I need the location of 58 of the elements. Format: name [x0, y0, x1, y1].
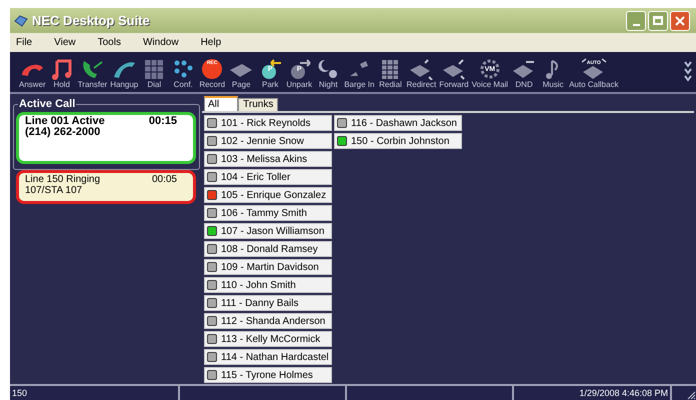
chevron-icon[interactable]: [684, 60, 692, 82]
toolbar-button[interactable]: Hangup: [109, 58, 140, 90]
ringing-call-card[interactable]: Line 150 Ringing 00:05 107/STA 107: [16, 170, 196, 204]
line-status: Line 001 Active: [25, 116, 105, 127]
call-timer: 00:05: [152, 174, 178, 185]
extension-button[interactable]: 109 - Martin Davidson: [204, 259, 332, 275]
toolbar-button[interactable]: Dial: [140, 58, 168, 90]
extension-button[interactable]: 110 - John Smith: [204, 277, 332, 293]
menu-item[interactable]: Tools: [98, 35, 121, 50]
extension-button[interactable]: 112 - Shanda Anderson: [204, 313, 332, 329]
call-timer: 00:15: [148, 116, 178, 127]
toolbar-button[interactable]: Night: [314, 58, 342, 90]
toolbar-button[interactable]: Transfer: [76, 58, 108, 90]
extension-button[interactable]: 114 - Nathan Hardcastel: [204, 349, 332, 365]
menu-item[interactable]: Window: [142, 35, 179, 50]
menu-item[interactable]: View: [54, 35, 76, 50]
extension-button[interactable]: 106 - Tammy Smith: [204, 205, 332, 221]
maximize-button[interactable]: [648, 10, 668, 30]
toolbar-button[interactable]: Redirect: [405, 58, 438, 90]
toolbar-button[interactable]: Forward: [438, 58, 470, 90]
close-icon: [674, 14, 686, 26]
menu-item[interactable]: File: [16, 35, 32, 50]
close-button[interactable]: [670, 10, 690, 30]
extension-button[interactable]: 105 - Enrique Gonzalez: [204, 187, 332, 203]
phone-logo-icon: [14, 14, 28, 26]
extension-button[interactable]: 108 - Donald Ramsey: [204, 241, 332, 257]
toolbar-button[interactable]: Music: [539, 58, 568, 90]
extension-button[interactable]: 115 - Tyrone Holmes: [204, 367, 332, 383]
extension-button[interactable]: 104 - Eric Toller: [204, 169, 332, 185]
minimize-button[interactable]: [626, 10, 646, 30]
status-datetime: 1/29/2008 4:46:08 PM: [512, 386, 672, 400]
toolbar-button[interactable]: Page: [227, 58, 256, 90]
tab[interactable]: All: [204, 96, 238, 112]
status-extension: 150: [11, 387, 28, 400]
resize-grip-icon[interactable]: [686, 390, 696, 400]
caller-info: 107/STA 107: [25, 185, 84, 196]
window-title: NEC Desktop Suite: [32, 12, 150, 30]
extension-button[interactable]: 102 - Jennie Snow: [204, 133, 332, 149]
extension-button[interactable]: 116 - Dashawn Jackson: [334, 115, 462, 131]
extension-button[interactable]: 107 - Jason Williamson: [204, 223, 332, 239]
line-status: Line 150 Ringing: [25, 174, 100, 185]
extension-button[interactable]: 113 - Kelly McCormick: [204, 331, 332, 347]
extension-button[interactable]: 103 - Melissa Akins: [204, 151, 332, 167]
menu-item[interactable]: Help: [200, 35, 222, 50]
tab[interactable]: Trunks: [238, 98, 278, 112]
phone-arrows-icon: [408, 58, 434, 80]
extension-button[interactable]: 101 - Rick Reynolds: [204, 115, 332, 131]
toolbar-button[interactable]: Hold: [48, 58, 76, 90]
toolbar-button[interactable]: DND: [510, 58, 538, 90]
toolbar-button[interactable]: Barge In: [343, 58, 376, 90]
extension-button[interactable]: 111 - Danny Bails: [204, 295, 332, 311]
toolbar-button[interactable]: Conf.: [169, 58, 198, 90]
caller-info: (214) 262-2000: [25, 127, 102, 138]
active-call-card[interactable]: Line 001 Active 00:15 (214) 262-2000: [16, 112, 196, 164]
toolbar-button[interactable]: Answer: [18, 58, 47, 90]
toolbar-button[interactable]: Redial: [376, 58, 404, 90]
extension-button[interactable]: 150 - Corbin Johnston: [334, 133, 462, 149]
phone-arrows-icon: [440, 58, 467, 80]
